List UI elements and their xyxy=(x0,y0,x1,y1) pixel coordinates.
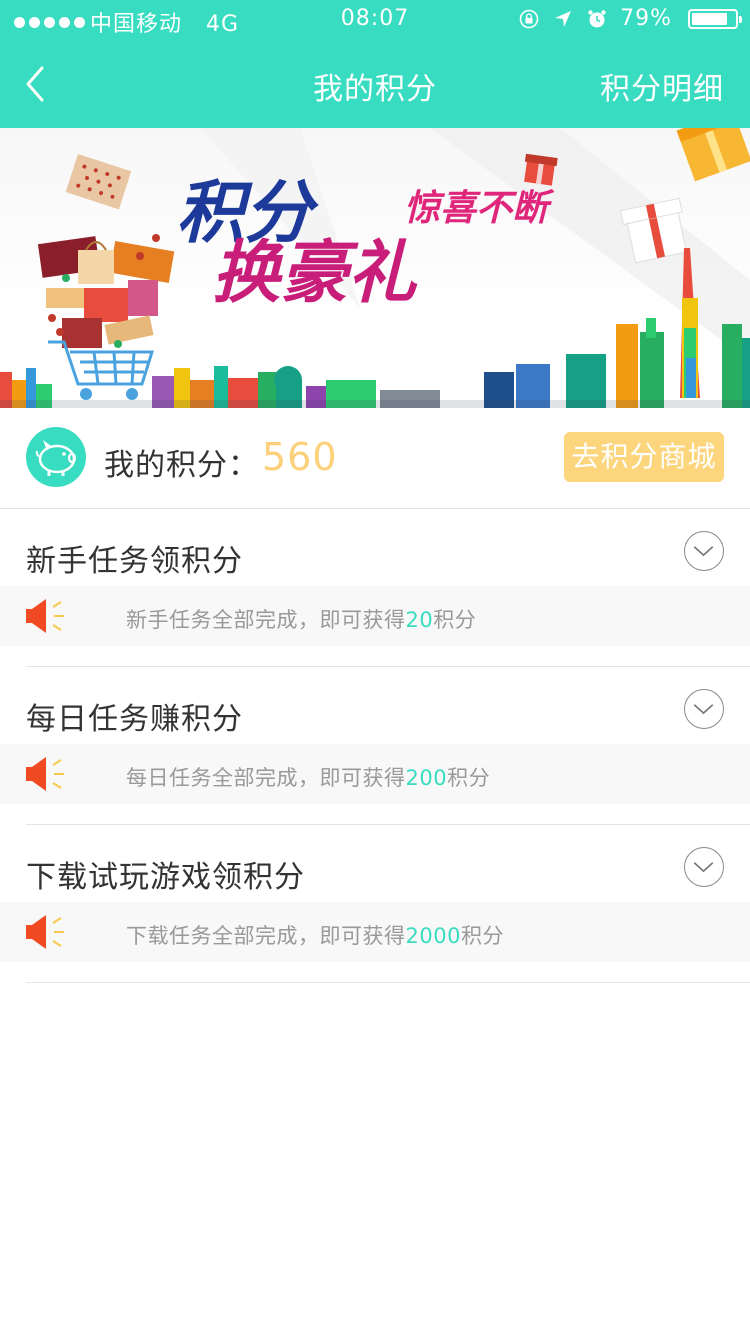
task-info-row: 下载任务全部完成，即可获得2000积分 xyxy=(0,902,750,962)
megaphone-icon xyxy=(26,915,64,949)
reward-prefix: 下载任务全部完成，即可获得 xyxy=(126,924,406,948)
chevron-down-icon xyxy=(693,546,714,557)
expand-button[interactable] xyxy=(684,531,724,571)
reward-prefix: 新手任务全部完成，即可获得 xyxy=(126,608,406,632)
expand-button[interactable] xyxy=(684,689,724,729)
divider xyxy=(26,824,750,825)
task-section-header[interactable]: 新手任务领积分 xyxy=(0,514,750,592)
divider xyxy=(26,666,750,667)
banner-slogan: 惊喜不断 xyxy=(404,188,555,229)
rotation-lock-icon xyxy=(519,9,539,28)
reward-points: 2000 xyxy=(405,924,461,948)
nav-bar: 我的积分 积分明细 xyxy=(0,40,750,128)
divider xyxy=(26,982,750,983)
reward-suffix: 积分 xyxy=(433,608,477,632)
piggy-bank-icon xyxy=(26,427,86,487)
task-title: 下载试玩游戏领积分 xyxy=(26,860,305,895)
status-bar: 中国移动 4G 08:07 79% xyxy=(0,0,750,40)
task-info-row: 每日任务全部完成，即可获得200积分 xyxy=(0,744,750,804)
battery-icon xyxy=(688,8,742,29)
alarm-icon xyxy=(588,9,606,27)
points-value: 560 xyxy=(262,435,338,479)
chevron-left-icon xyxy=(26,66,44,102)
megaphone-icon xyxy=(26,599,64,633)
divider xyxy=(0,508,750,509)
status-right-group: 79% xyxy=(518,6,742,31)
task-title: 每日任务赚积分 xyxy=(26,702,243,737)
reward-suffix: 积分 xyxy=(460,924,504,948)
task-title: 新手任务领积分 xyxy=(26,544,243,579)
task-reward-text: 每日任务全部完成，即可获得200积分 xyxy=(126,762,490,792)
task-section-header[interactable]: 每日任务赚积分 xyxy=(0,672,750,750)
reward-points: 200 xyxy=(405,766,448,790)
points-detail-link[interactable]: 积分明细 xyxy=(600,64,724,108)
points-mall-button[interactable]: 去积分商城 xyxy=(564,432,724,482)
points-label: 我的积分： xyxy=(104,448,259,483)
battery-percent: 79% xyxy=(620,6,672,31)
expand-button[interactable] xyxy=(684,847,724,887)
chevron-down-icon xyxy=(693,862,714,873)
banner-title-line2: 换豪礼 xyxy=(212,234,418,313)
megaphone-icon xyxy=(26,757,64,791)
task-reward-text: 新手任务全部完成，即可获得20积分 xyxy=(126,604,476,634)
my-points-row: 我的积分： 560 去积分商城 xyxy=(0,408,750,508)
reward-prefix: 每日任务全部完成，即可获得 xyxy=(126,766,406,790)
location-arrow-icon xyxy=(555,10,572,27)
back-button[interactable] xyxy=(20,62,60,106)
chevron-down-icon xyxy=(693,704,714,715)
top-bar: 中国移动 4G 08:07 79% 我的积分 积分明细 xyxy=(0,0,750,128)
task-info-row: 新手任务全部完成，即可获得20积分 xyxy=(0,586,750,646)
promo-banner[interactable]: 积分 惊喜不断 换豪礼 xyxy=(0,128,750,408)
reward-suffix: 积分 xyxy=(447,766,491,790)
banner-artwork: 积分 惊喜不断 换豪礼 xyxy=(0,128,750,408)
task-reward-text: 下载任务全部完成，即可获得2000积分 xyxy=(126,920,504,950)
task-section-header[interactable]: 下载试玩游戏领积分 xyxy=(0,830,750,908)
reward-points: 20 xyxy=(405,608,434,632)
